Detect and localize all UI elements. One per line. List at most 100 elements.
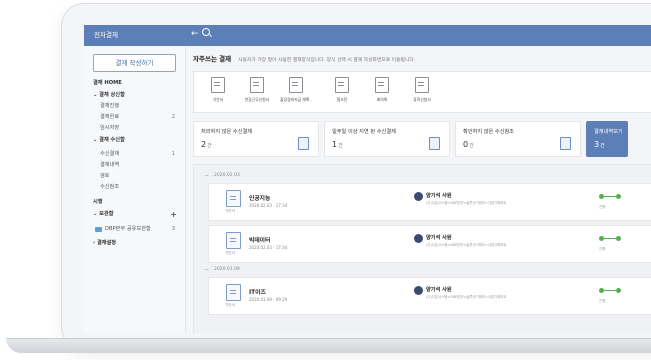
progress-status: 진행 — [599, 247, 606, 251]
count-badge: 1 — [171, 151, 175, 157]
list-item[interactable]: 기안서 IT이즈 2020.01.09 · 09:29 양기석 사원 (주)다온… — [208, 277, 651, 315]
user-department: (주)다온시스템>DBP본부>솔루션기획부>사업기획파트 — [426, 201, 507, 205]
document-icon — [226, 232, 241, 249]
page-description: 사용자가 가장 많이 사용한 결재양식입니다. 양식 선택 시 결재 작성화면으… — [238, 58, 416, 63]
write-approval-button[interactable]: 결재 작성하기 — [93, 54, 176, 72]
document-icon — [560, 137, 571, 150]
doc-title: 빅데이터 — [249, 238, 271, 244]
form-shortcut[interactable]: 휴직신청서 — [404, 77, 440, 103]
document-icon — [415, 77, 429, 93]
collapse-icon: ⌄ — [93, 211, 98, 217]
sidebar-item-label: DBP본부 공유보관함 — [105, 226, 151, 232]
avatar — [414, 234, 423, 243]
doc-type: 기안서 — [225, 303, 235, 307]
count-badge: 3 — [171, 226, 175, 232]
sidebar-item-label: 결재완료 — [100, 114, 120, 120]
sidebar-item-label: 결재내역 — [100, 162, 120, 168]
stat-card-delayed[interactable]: 일주일 이상 지연 된 수신결재 1건 — [324, 121, 450, 157]
sidebar-section-sent[interactable]: ⌄ 결재 상신함 — [84, 90, 185, 101]
sidebar-section-label: 보관함 — [99, 211, 114, 217]
form-shortcut[interactable]: 협조전 — [324, 77, 360, 103]
doc-date: 2020.02.03 · 17:34 — [249, 203, 288, 208]
sidebar-item-label: 결재설정 — [96, 240, 117, 246]
person-document-icon — [289, 77, 303, 93]
device-base — [6, 338, 651, 353]
stat-value: 2건 — [201, 140, 212, 149]
sidebar-item-label: 임시저장 — [100, 125, 120, 131]
form-shortcut[interactable]: 출장경비지급 계획 - — [278, 77, 314, 103]
stat-label: 처리하지 않은 수신결재 — [201, 129, 253, 135]
sidebar-section-received[interactable]: ⌄ 결재 수신함 — [84, 135, 185, 146]
form-shortcut[interactable]: 회의록 — [364, 77, 400, 103]
sidebar-item-label: 수신참조 — [100, 184, 120, 190]
doc-title: IT이즈 — [249, 290, 266, 296]
list-item[interactable]: 기안서 인공지능 2020.02.03 · 17:34 양기석 사원 (주)다온… — [208, 183, 651, 221]
top-bar: ← — [185, 25, 651, 46]
document-icon — [211, 77, 225, 93]
stat-label: 결재내역보기 — [594, 129, 623, 135]
list-item[interactable]: 기안서 빅데이터 2020.02.03 · 17:34 양기석 사원 (주)다온… — [208, 225, 651, 263]
date-group-header[interactable]: −2020.01.09 — [204, 265, 240, 273]
sidebar-item-shared-folder[interactable]: DBP본부 공유보관함 3 — [84, 224, 185, 235]
document-edit-icon — [250, 77, 264, 93]
collapse-icon: ⌄ — [93, 137, 98, 143]
sidebar-item-in-progress[interactable]: 결재진행 — [84, 101, 185, 112]
stat-label: 일주일 이상 지연 된 수신결재 — [332, 129, 396, 135]
sidebar-item-drafts[interactable]: 임시저장 — [84, 123, 185, 134]
favorite-forms-panel: 기안서 연장근무신청서 출장경비지급 계획 - 협조전 회의록 휴직신청서 — [193, 71, 651, 113]
stat-label: 확인하지 않은 수신참조 — [463, 129, 515, 135]
user-name: 양기석 사원 — [426, 287, 452, 293]
back-arrow-icon[interactable]: ← — [191, 29, 199, 39]
form-label: 출장경비지급 계획 - — [280, 97, 312, 102]
form-label: 회의록 — [376, 97, 388, 102]
progress-status: 진행 — [599, 299, 606, 303]
sidebar-item-label: 검토 — [100, 173, 110, 179]
form-shortcut[interactable]: 연장근무신청서 — [239, 77, 275, 103]
doc-date: 2020.01.09 · 09:29 — [249, 297, 288, 302]
stat-value: 0건 — [463, 140, 474, 149]
approval-progress — [599, 236, 651, 242]
sidebar-item-completed[interactable]: 결재완료 2 — [84, 112, 185, 123]
form-label: 휴직신청서 — [413, 97, 431, 102]
sidebar-item-review[interactable]: 검토 — [84, 171, 185, 182]
sidebar-item-received[interactable]: 수신결재 1 — [84, 149, 185, 160]
collapse-icon: − — [204, 171, 210, 179]
user-name: 양기석 사원 — [426, 235, 452, 241]
expand-icon: › — [93, 240, 96, 246]
form-label: 연장근무신청서 — [244, 97, 270, 102]
search-icon[interactable] — [202, 28, 210, 36]
avatar — [414, 286, 423, 295]
doc-title: 인공지능 — [249, 196, 271, 202]
page-title: 자주쓰는 결재 — [193, 55, 232, 63]
sidebar-item-history[interactable]: 결재내역 — [84, 160, 185, 171]
stat-card-history[interactable]: 결재내역보기 3건 — [586, 121, 628, 157]
sidebar-item-label: 결재진행 — [100, 103, 120, 109]
document-icon — [298, 137, 309, 150]
sidebar-item-settings[interactable]: › 결재설정 — [84, 238, 185, 249]
user-department: (주)다온시스템>DBP본부>솔루션기획부>사업기획파트 — [426, 295, 507, 299]
sidebar-item-label: 수신결재 — [100, 151, 120, 157]
sidebar-section-archive[interactable]: ⌄ 보관함 + — [84, 209, 185, 220]
add-folder-icon[interactable]: + — [170, 209, 177, 220]
section-header: 자주쓰는 결재 사용자가 가장 많이 사용한 결재양식입니다. 양식 선택 시 … — [193, 53, 415, 63]
stat-value: 1건 — [332, 140, 343, 149]
document-icon — [226, 190, 241, 207]
document-list: −2020.02.03 기안서 인공지능 2020.02.03 · 17:34 … — [193, 164, 651, 333]
sidebar-item-cc[interactable]: 수신참조 — [84, 182, 185, 193]
document-icon — [429, 137, 440, 150]
meeting-notes-icon — [375, 77, 389, 93]
document-icon — [335, 77, 349, 93]
sidebar-item-home[interactable]: 결재 HOME — [84, 78, 185, 89]
count-badge: 2 — [171, 114, 175, 120]
stat-card-unprocessed[interactable]: 처리하지 않은 수신결재 2건 — [193, 121, 319, 157]
form-shortcut[interactable]: 기안서 — [200, 77, 236, 103]
collapse-icon: ⌄ — [93, 92, 98, 98]
stat-card-unread-cc[interactable]: 확인하지 않은 수신참조 0건 — [455, 121, 581, 157]
sidebar: 전자결재 결재 작성하기 결재 HOME ⌄ 결재 상신함 결재진행 결재완료 2… — [84, 25, 186, 333]
folder-icon — [95, 227, 102, 232]
sidebar-item-sihaeng[interactable]: 시행 — [84, 197, 185, 208]
main-content: 자주쓰는 결재 사용자가 가장 많이 사용한 결재양식입니다. 양식 선택 시 … — [185, 46, 651, 333]
date-group-header[interactable]: −2020.02.03 — [204, 171, 240, 179]
doc-type: 기안서 — [225, 251, 235, 255]
approval-progress — [599, 194, 651, 200]
